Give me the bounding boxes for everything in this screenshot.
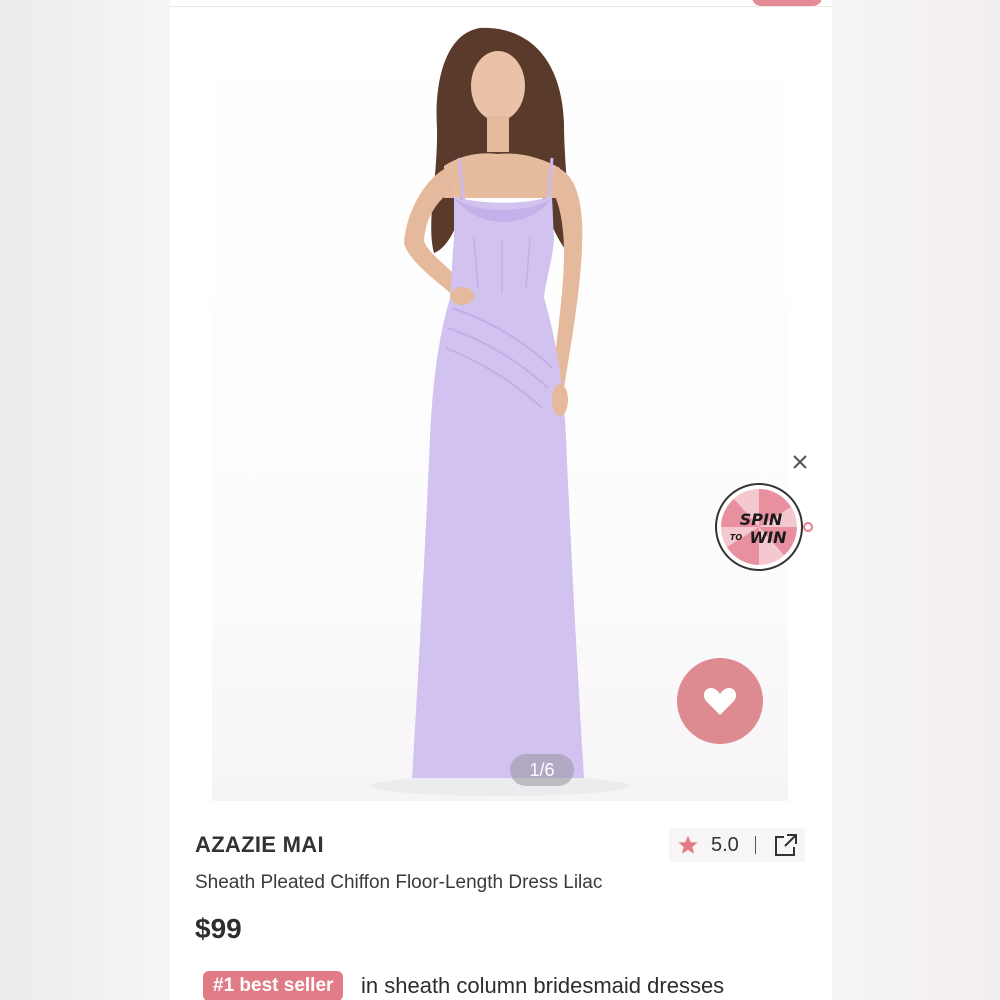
bestseller-category-link[interactable]: in sheath column bridesmaid dresses	[361, 971, 724, 1000]
left-background	[0, 0, 170, 1000]
spin-to-win-button[interactable]: SPIN TO WIN	[714, 482, 813, 572]
top-divider	[170, 6, 832, 7]
product-price: $99	[195, 913, 242, 944]
rating-divider	[754, 836, 756, 854]
close-icon[interactable]	[788, 450, 812, 474]
image-counter: 1/6	[510, 754, 574, 786]
product-page: 1/6 SPIN TO WIN AZAZIE MAI 5.0 Sheath Pl…	[170, 0, 832, 1000]
rating-value[interactable]: 5.0	[711, 834, 739, 857]
right-background	[832, 0, 1000, 1000]
bestseller-badge: #1 best seller	[203, 971, 344, 1000]
heart-icon	[703, 688, 737, 715]
top-badge	[752, 0, 822, 6]
share-icon[interactable]	[774, 832, 800, 858]
product-name: Sheath Pleated Chiffon Floor-Length Dres…	[195, 872, 603, 893]
spin-win-label: WIN	[750, 528, 788, 547]
spin-to-label: TO	[730, 533, 742, 542]
spin-label: SPIN	[740, 510, 783, 529]
rating-box: 5.0	[669, 828, 805, 862]
brand-name[interactable]: AZAZIE MAI	[195, 832, 324, 858]
star-icon	[677, 833, 701, 857]
wishlist-button[interactable]	[677, 658, 763, 744]
spin-wheel-icon: SPIN TO WIN	[715, 483, 813, 571]
